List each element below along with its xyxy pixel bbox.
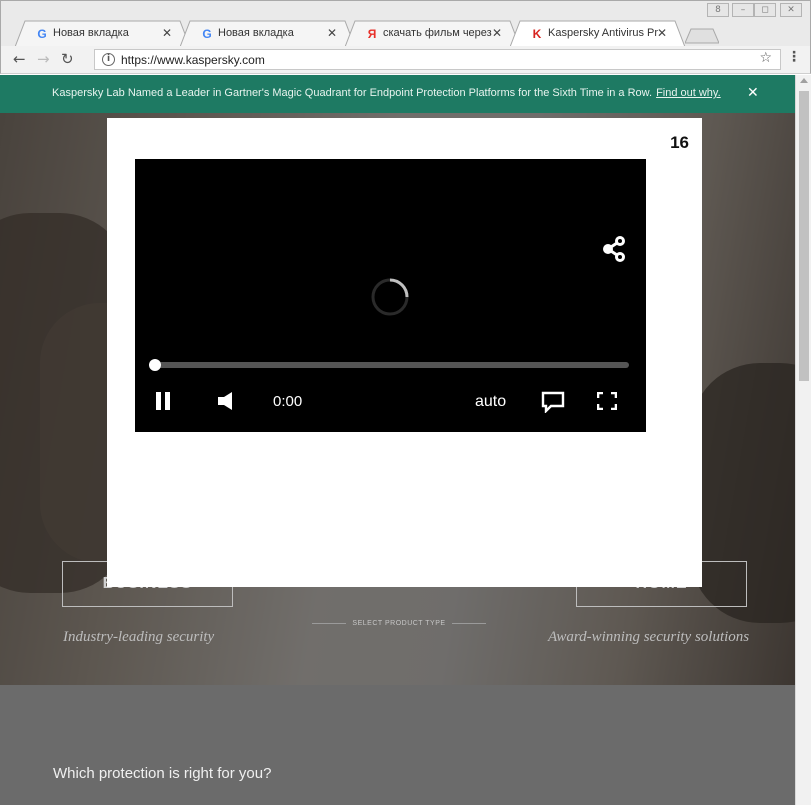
home-tagline: Award-winning security solutions [548, 629, 750, 645]
minimize-button[interactable]: – [732, 3, 754, 17]
scroll-up-arrow-icon[interactable] [800, 78, 808, 83]
google-g-icon: G [202, 27, 212, 41]
banner-close-icon[interactable]: ✕ [747, 85, 759, 101]
tab-close-icon[interactable]: ✕ [657, 26, 667, 40]
gartner-banner: Kaspersky Lab Named a Leader in Gartner'… [0, 75, 795, 113]
tab-new-tab-1[interactable]: G Новая вкладка ✕ [15, 20, 190, 47]
progress-bar[interactable] [149, 359, 629, 371]
tab-close-icon[interactable]: ✕ [162, 26, 172, 40]
new-tab-button[interactable] [685, 28, 719, 44]
modal-counter: 16 [670, 133, 689, 152]
tab-title: Kaspersky Antivirus Prote [548, 27, 658, 39]
scrollbar-thumb[interactable] [799, 91, 809, 381]
video-modal: 16 0:00 auto [107, 118, 702, 587]
fullscreen-icon[interactable] [597, 392, 617, 410]
page-scrollbar[interactable] [795, 75, 811, 805]
tab-close-icon[interactable]: ✕ [492, 26, 502, 40]
tab-title: скачать фильм через то [383, 27, 493, 39]
select-product-type-label: SELECT PRODUCT TYPE [312, 620, 486, 627]
tab-kaspersky-active[interactable]: K Kaspersky Antivirus Prote ✕ [510, 20, 685, 47]
captions-icon[interactable] [541, 391, 565, 413]
time-display: 0:00 [273, 393, 303, 410]
volume-icon[interactable] [218, 392, 236, 410]
url-text[interactable]: https://www.kaspersky.com [121, 53, 265, 67]
address-bar[interactable]: i https://www.kaspersky.com ☆ [94, 49, 781, 70]
forward-arrow-icon[interactable]: → [37, 50, 50, 68]
protection-question: Which protection is right for you? [53, 765, 272, 782]
close-window-button[interactable]: ✕ [780, 3, 802, 17]
pause-icon[interactable] [155, 392, 171, 410]
yandex-icon: Я [367, 27, 377, 41]
share-icon[interactable] [600, 234, 628, 264]
protection-section: Which protection is right for you? [0, 685, 795, 805]
browser-toolbar: ← → ↻ i https://www.kaspersky.com ☆ ⋮ [0, 46, 811, 74]
business-tagline: Industry-leading security [63, 629, 215, 645]
kaspersky-icon: K [532, 27, 542, 41]
banner-text: Kaspersky Lab Named a Leader in Gartner'… [52, 87, 721, 99]
tab-strip: G Новая вкладка ✕ G Новая вкладка ✕ Я ск… [15, 20, 715, 47]
tab-close-icon[interactable]: ✕ [327, 26, 337, 40]
loading-spinner-icon [371, 278, 409, 316]
progress-knob[interactable] [149, 359, 161, 371]
tab-new-tab-2[interactable]: G Новая вкладка ✕ [180, 20, 355, 47]
maximize-button[interactable]: ◻ [754, 3, 776, 17]
back-arrow-icon[interactable]: ← [13, 50, 26, 68]
video-player[interactable]: 0:00 auto [135, 159, 646, 432]
tab-title: Новая вкладка [53, 27, 129, 39]
browser-titlebar: G Новая вкладка ✕ G Новая вкладка ✕ Я ск… [0, 0, 811, 47]
tab-title: Новая вкладка [218, 27, 294, 39]
browser-menu-icon[interactable]: ⋮ [787, 49, 801, 65]
info-icon[interactable]: i [102, 53, 115, 66]
profile-icon[interactable]: 8 [707, 3, 729, 17]
bookmark-star-icon[interactable]: ☆ [759, 50, 772, 66]
find-out-why-link[interactable]: Find out why. [656, 87, 721, 99]
reload-icon[interactable]: ↻ [61, 50, 74, 68]
tab-yandex-search[interactable]: Я скачать фильм через то ✕ [345, 20, 520, 47]
google-g-icon: G [37, 27, 47, 41]
quality-selector[interactable]: auto [475, 393, 506, 411]
